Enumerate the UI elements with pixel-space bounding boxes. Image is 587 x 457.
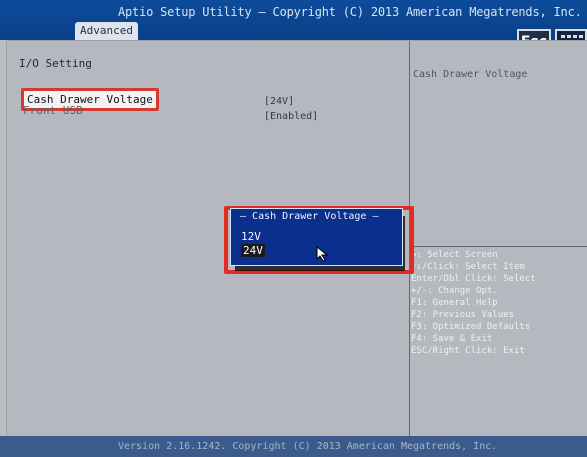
help-item-title: Cash Drawer Voltage <box>413 69 528 80</box>
help-line: F4: Save & Exit <box>411 334 493 344</box>
popup-option-24v[interactable]: 24V <box>241 244 265 257</box>
mouse-cursor-icon <box>316 246 329 262</box>
help-line: +/-: Change Opt. <box>411 286 498 296</box>
cash-drawer-voltage-value[interactable]: [24V] <box>264 96 294 107</box>
footer-bar: Version 2.16.1242. Copyright (C) 2013 Am… <box>0 436 587 457</box>
help-line: ESC/Right Click: Exit <box>411 346 525 356</box>
app-title: Aptio Setup Utility – Copyright (C) 2013… <box>118 5 582 19</box>
help-divider <box>409 246 587 247</box>
menu-item-front-usb[interactable]: Front USB <box>23 104 83 117</box>
help-line: F2: Previous Values <box>411 310 514 320</box>
popup-title: — Cash Drawer Voltage — <box>240 211 379 222</box>
help-keys: ↔: Select Screen ↑↓/Click: Select Item E… <box>411 249 583 357</box>
help-line: ↔: Select Screen <box>411 250 498 260</box>
front-usb-value[interactable]: [Enabled] <box>264 111 318 122</box>
help-line: F3: Optimized Defaults <box>411 322 531 332</box>
bios-screen: Aptio Setup Utility – Copyright (C) 2013… <box>0 0 587 457</box>
popup-option-12v[interactable]: 12V <box>241 230 261 243</box>
page-title: I/O Setting <box>19 57 92 70</box>
tab-advanced[interactable]: Advanced <box>75 22 138 40</box>
help-line: ↑↓/Click: Select Item <box>411 262 525 272</box>
header-bar: Aptio Setup Utility – Copyright (C) 2013… <box>0 0 587 40</box>
help-line: F1: General Help <box>411 298 498 308</box>
footer-text: Version 2.16.1242. Copyright (C) 2013 Am… <box>118 441 498 452</box>
help-line: Enter/Dbl Click: Select <box>411 274 536 284</box>
